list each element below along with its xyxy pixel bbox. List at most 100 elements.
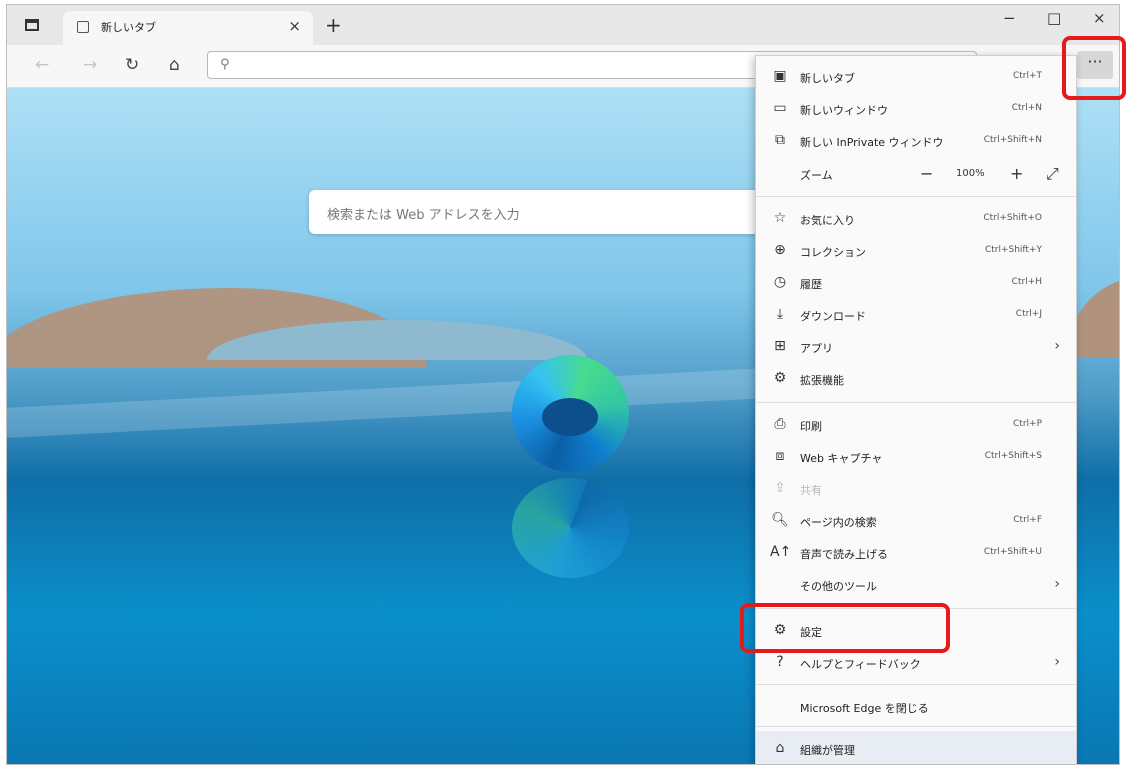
menu-label: ヘルプとフィードバック — [800, 658, 921, 671]
zoom-in-button[interactable]: + — [1010, 164, 1023, 183]
zoom-out-button[interactable]: − — [920, 164, 933, 183]
back-button[interactable]: ← — [35, 55, 49, 75]
tab-bar: 新しいタブ × + − □ × — [7, 5, 1119, 45]
menu-shortcut: Ctrl+H — [1011, 277, 1042, 287]
menu-label: Microsoft Edge を閉じる — [800, 702, 929, 715]
highlight-more-button — [1062, 36, 1126, 100]
menu-shortcut: Ctrl+Shift+U — [983, 547, 1042, 557]
download-icon: ⤓ — [776, 306, 784, 322]
menu-label: 新しいウィンドウ — [800, 104, 888, 117]
tab-title: 新しいタブ — [101, 21, 156, 34]
extensions-icon: ⚙ — [773, 370, 787, 386]
menu-item-new-tab[interactable]: ▣ 新しいタブ Ctrl+T — [756, 62, 1076, 92]
menu-shortcut: Ctrl+F — [1013, 515, 1042, 525]
menu-item-zoom: ズーム − 100% + ⤢ — [756, 159, 1076, 189]
menu-item-read-aloud[interactable]: A↑ 音声で読み上げる Ctrl+Shift+U — [756, 538, 1076, 568]
highlight-settings-item — [740, 603, 950, 653]
menu-item-find[interactable]: 🔍︎ ページ内の検索 Ctrl+F — [756, 506, 1076, 536]
menu-label: 印刷 — [800, 420, 822, 433]
ntp-search-placeholder: 検索または Web アドレスを入力 — [327, 208, 520, 223]
forward-button[interactable]: → — [83, 55, 97, 75]
menu-label: コレクション — [800, 246, 866, 259]
favorites-icon: ☆ — [773, 210, 787, 226]
menu-label: 拡張機能 — [800, 374, 844, 387]
menu-label: アプリ — [800, 342, 833, 355]
chevron-right-icon: › — [1054, 576, 1060, 592]
menu-shortcut: Ctrl+T — [1012, 71, 1042, 81]
menu-item-web-capture[interactable]: ⧈ Web キャプチャ Ctrl+Shift+S — [756, 442, 1076, 472]
menu-label: ズーム — [800, 169, 833, 182]
menu-label: 組織が管理 — [800, 744, 855, 757]
menu-item-apps[interactable]: ⊞ アプリ › — [756, 332, 1076, 362]
menu-label: 共有 — [800, 484, 822, 497]
find-in-page-icon: 🔍︎ — [771, 512, 789, 528]
menu-label: 新しいタブ — [800, 72, 855, 85]
menu-item-print[interactable]: ⎙ 印刷 Ctrl+P — [756, 410, 1076, 440]
menu-label: その他のツール — [800, 580, 877, 593]
menu-label: 履歴 — [800, 278, 822, 291]
menu-label: 音声で読み上げる — [800, 548, 888, 561]
browser-window: 新しいタブ × + − □ × ← → ↻ ⌂ ⚲ ··· 検索または Web … — [6, 4, 1120, 765]
menu-shortcut: Ctrl+Shift+O — [983, 213, 1042, 223]
close-window-button[interactable]: × — [1093, 9, 1106, 27]
help-icon: ? — [776, 654, 784, 670]
new-window-icon: ▭ — [773, 100, 787, 116]
menu-item-managed-by-org[interactable]: ⌂ 組織が管理 — [756, 731, 1076, 764]
tab-actions-icon[interactable] — [25, 19, 39, 31]
menu-item-share: ⇪ 共有 — [756, 474, 1076, 504]
menu-divider — [756, 196, 1076, 197]
menu-divider — [756, 402, 1076, 403]
menu-divider — [756, 684, 1076, 685]
menu-label: ダウンロード — [800, 310, 866, 323]
share-icon: ⇪ — [774, 480, 786, 496]
tab-close-icon[interactable]: × — [288, 17, 301, 35]
history-icon: ◷ — [773, 274, 787, 290]
menu-divider — [756, 726, 1076, 727]
new-tab-button[interactable]: + — [325, 13, 342, 37]
search-icon: ⚲ — [220, 57, 230, 72]
zoom-value: 100% — [956, 168, 985, 179]
menu-item-more-tools[interactable]: その他のツール › — [756, 570, 1076, 600]
edge-logo-reflection — [512, 478, 629, 578]
apps-icon: ⊞ — [774, 338, 786, 354]
menu-item-downloads[interactable]: ⤓ ダウンロード Ctrl+J — [756, 300, 1076, 330]
menu-shortcut: Ctrl+P — [1013, 419, 1042, 429]
menu-item-favorites[interactable]: ☆ お気に入り Ctrl+Shift+O — [756, 204, 1076, 234]
menu-shortcut: Ctrl+J — [1015, 309, 1042, 319]
web-capture-icon: ⧈ — [775, 448, 785, 464]
menu-shortcut: Ctrl+Shift+N — [983, 135, 1042, 145]
menu-item-extensions[interactable]: ⚙ 拡張機能 — [756, 364, 1076, 394]
menu-label: 新しい InPrivate ウィンドウ — [800, 136, 944, 149]
menu-item-collections[interactable]: ⊕ コレクション Ctrl+Shift+Y — [756, 236, 1076, 266]
menu-item-close-edge[interactable]: Microsoft Edge を閉じる — [756, 692, 1076, 722]
read-aloud-icon: A↑ — [770, 544, 792, 560]
chevron-right-icon: › — [1054, 654, 1060, 670]
menu-item-new-window[interactable]: ▭ 新しいウィンドウ Ctrl+N — [756, 94, 1076, 124]
briefcase-icon: ⌂ — [775, 740, 785, 756]
settings-menu: ▣ 新しいタブ Ctrl+T ▭ 新しいウィンドウ Ctrl+N ⧉ 新しい I… — [755, 55, 1077, 764]
menu-item-history[interactable]: ◷ 履歴 Ctrl+H — [756, 268, 1076, 298]
screenshot-frame: 新しいタブ × + − □ × ← → ↻ ⌂ ⚲ ··· 検索または Web … — [0, 0, 1126, 767]
print-icon: ⎙ — [774, 416, 786, 432]
menu-label: お気に入り — [800, 214, 855, 227]
fullscreen-icon[interactable]: ⤢ — [1046, 164, 1059, 184]
home-button[interactable]: ⌂ — [169, 55, 180, 75]
menu-shortcut: Ctrl+N — [1011, 103, 1042, 113]
menu-label: ページ内の検索 — [800, 516, 877, 529]
new-tab-icon: ▣ — [773, 68, 787, 84]
menu-label: Web キャプチャ — [800, 452, 883, 465]
ntp-search-box[interactable]: 検索または Web アドレスを入力 — [309, 190, 779, 234]
tab-new-tab[interactable]: 新しいタブ × — [63, 11, 313, 45]
new-tab-page-icon — [77, 21, 89, 33]
menu-item-new-inprivate[interactable]: ⧉ 新しい InPrivate ウィンドウ Ctrl+Shift+N — [756, 126, 1076, 156]
minimize-button[interactable]: − — [1003, 9, 1016, 27]
menu-shortcut: Ctrl+Shift+Y — [984, 245, 1042, 255]
edge-logo-inner — [542, 398, 598, 436]
water-highlight — [7, 368, 767, 438]
refresh-button[interactable]: ↻ — [125, 55, 139, 75]
collections-icon: ⊕ — [774, 242, 786, 258]
menu-shortcut: Ctrl+Shift+S — [984, 451, 1042, 461]
chevron-right-icon: › — [1054, 338, 1060, 354]
inprivate-icon: ⧉ — [775, 132, 785, 148]
maximize-button[interactable]: □ — [1047, 9, 1061, 27]
